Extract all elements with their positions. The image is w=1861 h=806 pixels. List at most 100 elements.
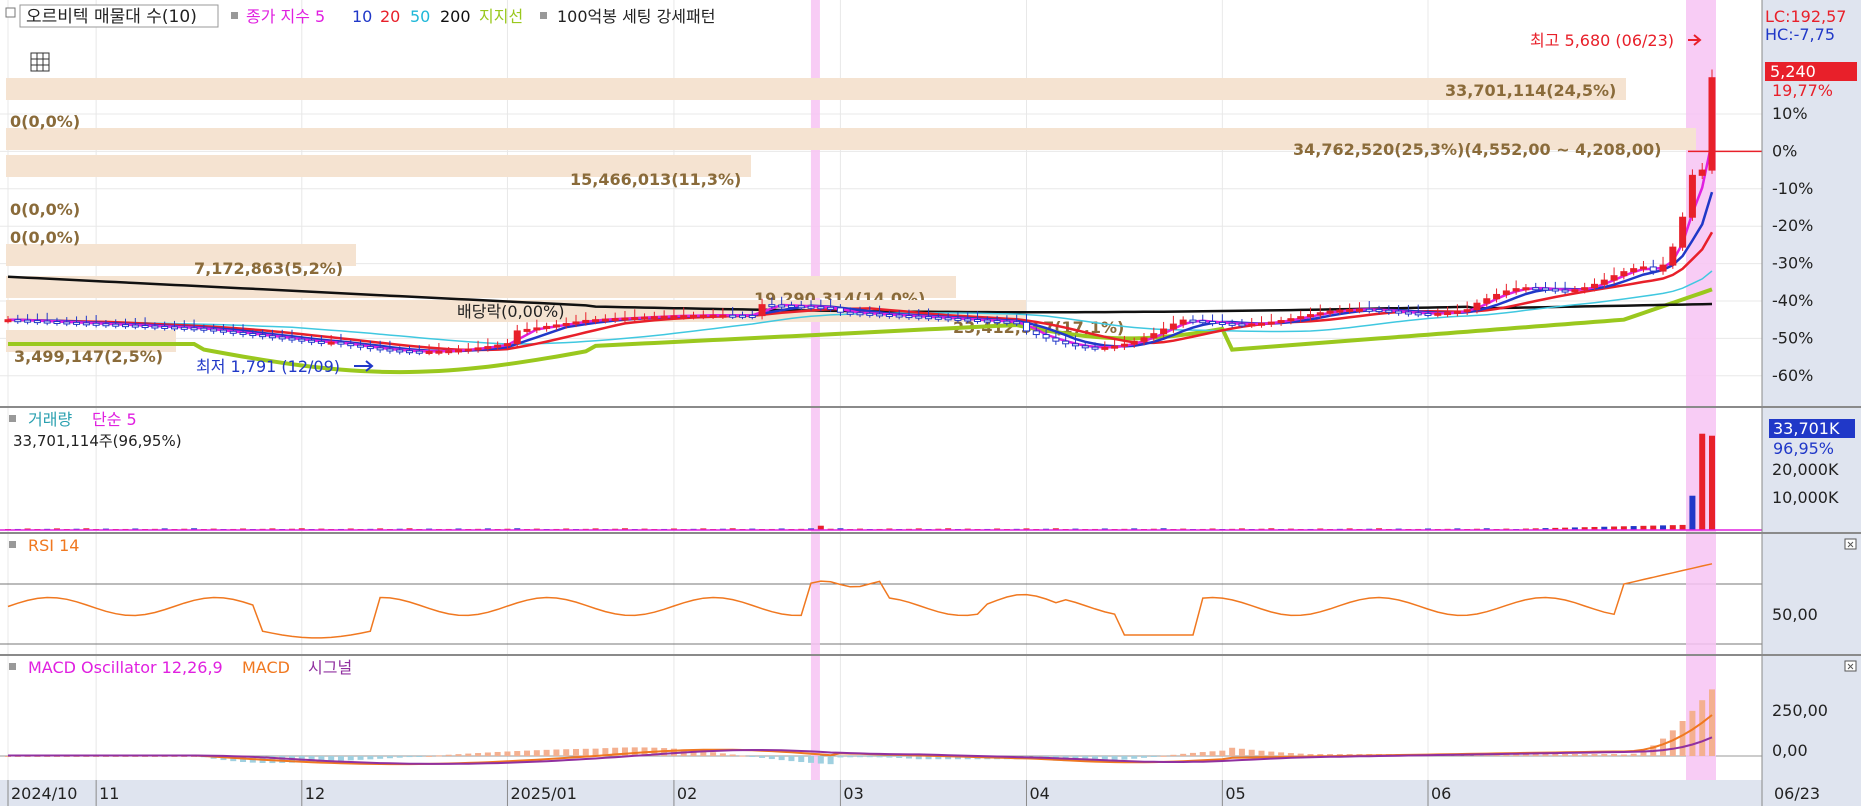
- volume-title[interactable]: 거래량: [28, 410, 72, 429]
- candle-body: [1395, 310, 1403, 314]
- legend-ma10[interactable]: 10: [352, 7, 372, 26]
- candle-body: [601, 318, 609, 322]
- legend-ma5[interactable]: 종가 지수 5: [246, 7, 325, 26]
- candle-body: [1669, 246, 1677, 266]
- candle-body: [797, 305, 805, 309]
- candle-body: [866, 312, 874, 316]
- macd-title[interactable]: MACD Oscillator 12,26,9: [28, 658, 223, 677]
- current-price: 5,240: [1770, 62, 1816, 81]
- candle-body: [993, 320, 1001, 324]
- candle-body: [1013, 321, 1021, 325]
- legend-support[interactable]: 지지선: [479, 7, 523, 26]
- candle-body: [680, 315, 688, 319]
- candle-body: [533, 327, 541, 331]
- candle-body: [1453, 310, 1461, 314]
- macd-oscillator-bar: [1620, 754, 1627, 756]
- candle-body: [268, 335, 276, 339]
- legend-ma50[interactable]: 50: [410, 7, 430, 26]
- candle-body: [1120, 343, 1128, 347]
- macd-label[interactable]: MACD: [242, 658, 290, 677]
- macd-oscillator-bar: [1209, 751, 1216, 756]
- candle-body: [445, 350, 453, 354]
- candle-body: [1022, 321, 1030, 332]
- candle-body: [1571, 289, 1579, 293]
- macd-oscillator-bar: [1287, 753, 1294, 756]
- candle-body: [259, 334, 267, 338]
- macd-axis-label: 0,00: [1772, 741, 1808, 760]
- candle-body: [337, 341, 345, 345]
- volume-bar: [1709, 435, 1715, 530]
- pct-axis-label: -30%: [1772, 254, 1813, 273]
- legend-ma200[interactable]: 200: [440, 7, 471, 26]
- signal-label[interactable]: 시그널: [308, 658, 352, 677]
- lc-label: LC:192,57: [1765, 7, 1846, 26]
- pct-axis-label: -50%: [1772, 328, 1813, 347]
- candle-body: [983, 319, 991, 323]
- macd-oscillator-bar: [759, 756, 766, 758]
- candle-body: [787, 304, 795, 308]
- candle-body: [974, 319, 982, 323]
- volume-ma-label[interactable]: 단순 5: [92, 410, 137, 429]
- macd-oscillator-bar: [357, 756, 364, 760]
- candle-body: [572, 321, 580, 325]
- grid-toggle-icon[interactable]: [30, 52, 50, 72]
- macd-oscillator-bar: [396, 756, 403, 758]
- candle-body: [1561, 289, 1569, 293]
- macd-oscillator-bar: [1121, 756, 1128, 760]
- candle-body: [1590, 283, 1598, 289]
- rsi-title[interactable]: RSI 14: [28, 536, 79, 555]
- candle-body: [33, 320, 41, 324]
- x-axis-background: [0, 780, 1861, 806]
- macd-oscillator-bar: [524, 750, 531, 756]
- legend-marker-icon: [9, 663, 16, 670]
- candle-body: [1463, 309, 1471, 313]
- legend-box-icon[interactable]: [5, 7, 16, 18]
- volume-profile-label: 0(0,0%): [10, 112, 80, 131]
- candle-body: [1639, 266, 1647, 270]
- candle-body: [1199, 320, 1207, 324]
- candle-body: [1385, 309, 1393, 313]
- macd-oscillator-bar: [1141, 756, 1147, 758]
- rsi-axis-label: 50,00: [1772, 605, 1818, 624]
- candle-body: [190, 327, 198, 331]
- candle-body: [1659, 264, 1667, 272]
- candle-body: [660, 315, 668, 319]
- macd-oscillator-bar: [1238, 748, 1245, 756]
- candle-body: [1414, 312, 1422, 316]
- candle-body: [778, 304, 786, 308]
- candle-body: [513, 330, 521, 345]
- candle-body: [621, 317, 629, 321]
- candle-body: [484, 346, 492, 350]
- macd-oscillator-bar: [1170, 754, 1177, 756]
- macd-oscillator-bar: [739, 755, 746, 757]
- candle-body: [1620, 271, 1628, 277]
- macd-oscillator-bar: [1278, 752, 1285, 756]
- candle-body: [729, 314, 737, 318]
- legend-pattern[interactable]: 100억봉 세팅 강세패턴: [557, 7, 715, 26]
- candle-body: [885, 313, 893, 317]
- candle-body: [944, 317, 952, 321]
- candle-body: [1297, 316, 1305, 320]
- candle-body: [43, 320, 51, 324]
- stock-chart[interactable]: 33,701,114(24,5%) 34,762,520(25,3%)(4,552…: [0, 0, 1861, 806]
- macd-oscillator-bar: [1591, 754, 1598, 756]
- candle-body: [552, 324, 560, 328]
- macd-oscillator-bar: [377, 756, 384, 759]
- candle-body: [856, 312, 864, 316]
- candle-body: [376, 347, 384, 351]
- candle-body: [1277, 320, 1285, 324]
- candle-body: [1209, 321, 1217, 325]
- candle-body: [1160, 328, 1168, 335]
- legend-ma20[interactable]: 20: [380, 7, 400, 26]
- candle-body: [317, 340, 325, 344]
- macd-oscillator-bar: [1699, 700, 1706, 756]
- candle-body: [1189, 319, 1197, 323]
- macd-oscillator-bar: [1150, 756, 1157, 757]
- candle-body: [1140, 337, 1148, 342]
- candle-body: [670, 315, 678, 319]
- macd-oscillator-bar: [710, 752, 717, 756]
- candle-body: [1179, 319, 1187, 325]
- macd-oscillator-bar: [582, 748, 589, 756]
- candle-body: [1101, 346, 1109, 350]
- candle-body: [1091, 346, 1099, 350]
